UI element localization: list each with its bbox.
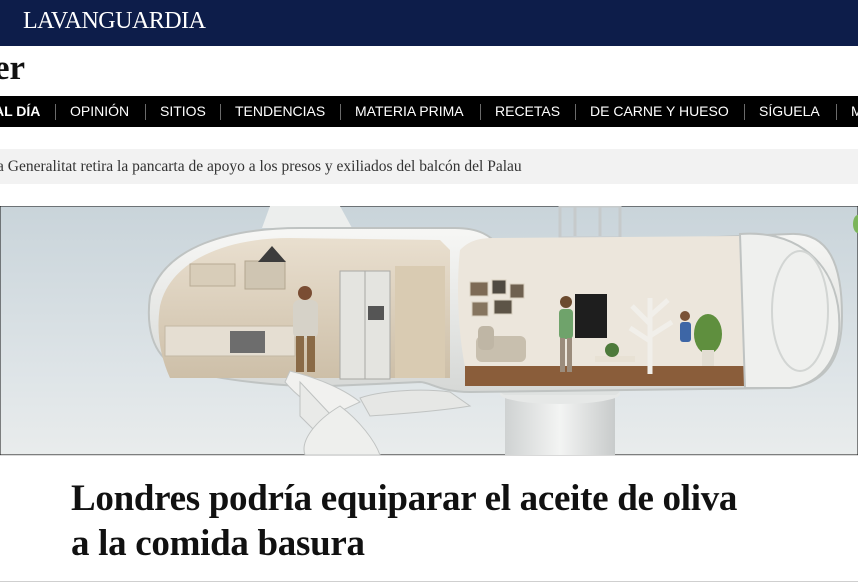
nav-item-materia-prima[interactable]: MATERIA PRIMA [355, 96, 464, 127]
nav-item-siguela[interactable]: SÍGUELA [759, 96, 820, 127]
site-header: LAVANGUARDIA [0, 0, 858, 46]
nav-item-more[interactable]: M [851, 96, 858, 127]
nav-item-recetas[interactable]: RECETAS [495, 96, 560, 127]
article-headline-line: Londres podría equiparar el aceite de ol… [71, 478, 738, 519]
nav-separator [480, 104, 481, 120]
wind-turbine-home-illustration-icon [0, 206, 858, 455]
nav-separator [575, 104, 576, 120]
nav-separator [744, 104, 745, 120]
article-headline-line: a la comida basura [71, 523, 365, 564]
nav-separator [340, 104, 341, 120]
nav-item-de-carne-y-hueso[interactable]: DE CARNE Y HUESO [590, 96, 729, 127]
article-headline[interactable]: Londres podría equiparar el aceite de ol… [71, 476, 858, 566]
nav-separator [220, 104, 221, 120]
nav-separator [836, 104, 837, 120]
nav-item-sitios[interactable]: SITIOS [160, 96, 206, 127]
news-ticker: a Generalitat retira la pancarta de apoy… [0, 149, 858, 184]
nav-item-tendencias[interactable]: TENDENCIAS [235, 96, 325, 127]
site-logo[interactable]: LAVANGUARDIA [23, 8, 206, 35]
hero-image[interactable] [0, 206, 858, 455]
nav-separator [55, 104, 56, 120]
section-title[interactable]: er [0, 48, 25, 88]
section-nav: AL DÍA OPINIÓN SITIOS TENDENCIAS MATERIA… [0, 96, 858, 127]
nav-item-al-dia[interactable]: AL DÍA [0, 96, 40, 127]
ticker-headline[interactable]: a Generalitat retira la pancarta de apoy… [0, 149, 522, 184]
nav-separator [145, 104, 146, 120]
nav-item-opinion[interactable]: OPINIÓN [70, 96, 129, 127]
bottom-divider [0, 581, 858, 582]
section-divider [0, 455, 858, 456]
